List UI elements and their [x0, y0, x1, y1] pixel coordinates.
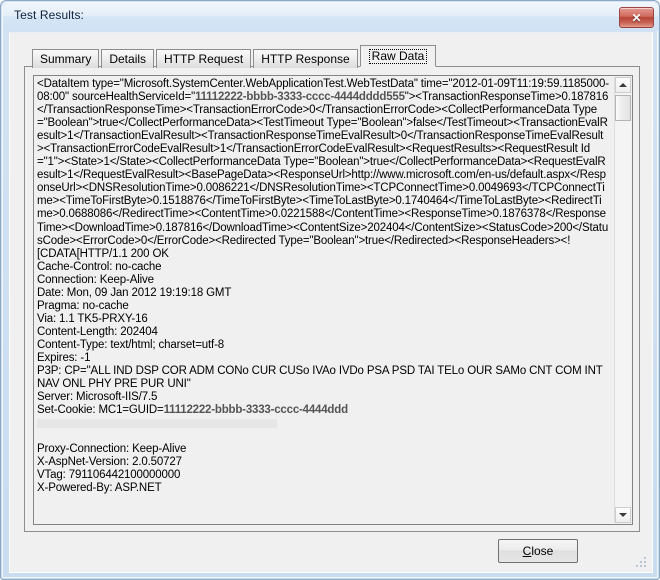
tab-raw-data-label: Raw Data	[368, 48, 428, 64]
raw-data-vertical-scrollbar[interactable]	[614, 77, 631, 523]
tab-summary-label: Summary	[40, 52, 92, 66]
close-x-icon: ✕	[631, 10, 642, 25]
tab-raw-data[interactable]: Raw Data	[359, 45, 437, 67]
tab-http-request-label: HTTP Request	[164, 52, 244, 66]
tab-http-response[interactable]: HTTP Response	[253, 49, 358, 68]
scroll-up-arrow-icon	[619, 83, 627, 87]
window-close-button[interactable]: ✕	[619, 7, 654, 28]
window-title: Test Results:	[14, 8, 84, 22]
tab-details[interactable]: Details	[101, 49, 155, 68]
scrollbar-track[interactable]	[615, 93, 631, 507]
raw-data-text[interactable]: <DataItem type="Microsoft.SystemCenter.W…	[37, 78, 609, 524]
tab-summary[interactable]: Summary	[32, 49, 100, 68]
scroll-down-button[interactable]	[615, 507, 631, 523]
close-button-accelerator: C	[522, 544, 532, 558]
window-titlebar[interactable]: Test Results: ✕	[3, 3, 659, 31]
test-results-window: Test Results: ✕ Summary Details HTTP Req…	[0, 0, 660, 580]
redacted-block	[37, 418, 277, 428]
dialog-client-area: Summary Details HTTP Request HTTP Respon…	[9, 32, 653, 573]
scrollbar-thumb[interactable]	[615, 95, 631, 121]
resize-grip[interactable]	[634, 555, 648, 569]
tab-http-request[interactable]: HTTP Request	[156, 49, 252, 68]
close-button[interactable]: Close	[498, 539, 578, 563]
tab-strip: Summary Details HTTP Request HTTP Respon…	[32, 45, 438, 68]
scroll-down-arrow-icon	[619, 513, 627, 517]
tab-details-label: Details	[109, 52, 147, 66]
tab-http-response-label: HTTP Response	[261, 52, 350, 66]
scroll-up-button[interactable]	[615, 77, 631, 93]
tab-page-raw-data: <DataItem type="Microsoft.SystemCenter.W…	[24, 66, 640, 532]
close-button-label: lose	[531, 544, 554, 558]
raw-data-textbox[interactable]: <DataItem type="Microsoft.SystemCenter.W…	[33, 75, 633, 525]
